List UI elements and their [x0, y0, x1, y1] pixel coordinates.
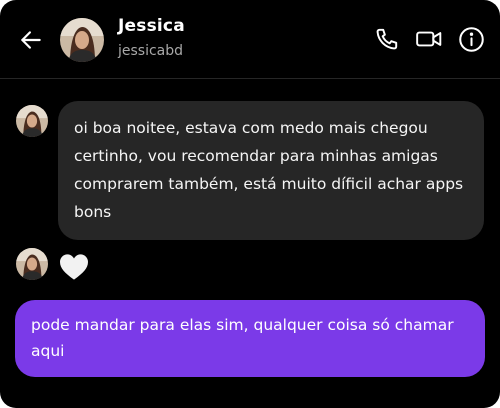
message-avatar[interactable] — [16, 105, 48, 137]
heart-message[interactable] — [58, 252, 90, 282]
info-icon — [458, 26, 484, 52]
video-call-button[interactable] — [414, 24, 444, 54]
info-button[interactable] — [456, 24, 486, 54]
outgoing-message-bubble[interactable]: pode mandar para elas sim, qualquer cois… — [15, 300, 485, 377]
phone-icon — [376, 28, 398, 50]
message-avatar[interactable] — [16, 248, 48, 280]
incoming-message-bubble[interactable]: oi boa noitee, estava com medo mais cheg… — [58, 101, 484, 240]
heart-icon — [60, 254, 88, 280]
chat-window: Jessica jessicabd oi boa noitee, estava … — [0, 0, 500, 408]
back-button[interactable] — [15, 24, 47, 56]
contact-handle[interactable]: jessicabd — [118, 43, 183, 59]
call-button[interactable] — [372, 24, 402, 54]
chat-header: Jessica jessicabd — [0, 0, 500, 79]
contact-avatar[interactable] — [60, 18, 104, 62]
contact-name[interactable]: Jessica — [118, 16, 185, 36]
video-camera-icon — [416, 31, 442, 47]
arrow-left-icon — [21, 31, 41, 49]
